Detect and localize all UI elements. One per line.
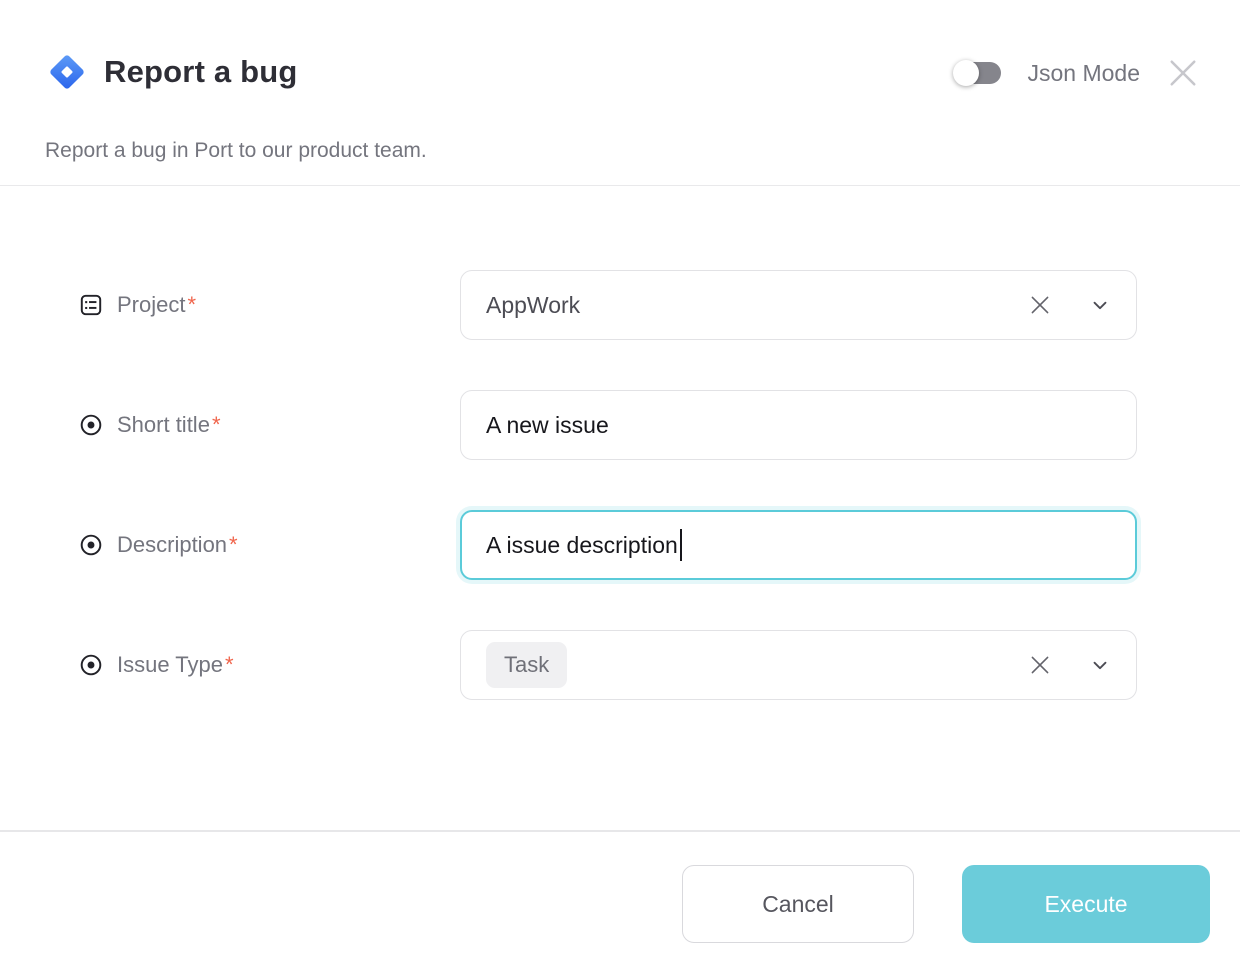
form-row-issue-type: Issue Type* Task <box>78 630 1137 700</box>
short-title-input[interactable] <box>486 391 1111 459</box>
circle-dot-icon <box>78 532 104 558</box>
project-select-value: AppWork <box>486 292 580 319</box>
execute-button[interactable]: Execute <box>962 865 1210 943</box>
project-select-controls <box>1027 292 1111 318</box>
short-title-field[interactable] <box>460 390 1137 460</box>
close-button[interactable] <box>1164 54 1202 92</box>
short-title-label-group: Short title* <box>78 412 460 438</box>
selected-option-chip[interactable]: Task <box>486 642 567 688</box>
text-cursor <box>680 529 682 561</box>
short-title-label: Short title* <box>117 412 221 438</box>
modal-subtitle: Report a bug in Port to our product team… <box>45 139 427 163</box>
json-mode-label: Json Mode <box>1027 60 1140 87</box>
required-asterisk: * <box>229 532 238 557</box>
clear-icon[interactable] <box>1027 652 1053 678</box>
project-label-group: Project* <box>78 292 460 318</box>
project-label: Project* <box>117 292 196 318</box>
issue-type-select-controls <box>1027 652 1111 678</box>
modal-title: Report a bug <box>104 54 298 90</box>
issue-type-label-group: Issue Type* <box>78 652 460 678</box>
jira-icon <box>45 50 89 94</box>
issue-type-select[interactable]: Task <box>460 630 1137 700</box>
header-controls: Json Mode <box>955 54 1202 92</box>
form-row-short-title: Short title* <box>78 390 1137 460</box>
chevron-down-icon[interactable] <box>1089 654 1111 676</box>
circle-dot-icon <box>78 412 104 438</box>
issue-type-label: Issue Type* <box>117 652 234 678</box>
form-row-project: Project* AppWork <box>78 270 1137 340</box>
description-label: Description* <box>117 532 238 558</box>
toggle-knob[interactable] <box>953 60 979 86</box>
required-asterisk: * <box>187 292 196 317</box>
form-row-description: Description* A issue description <box>78 510 1137 580</box>
cancel-button[interactable]: Cancel <box>682 865 914 943</box>
required-asterisk: * <box>225 652 234 677</box>
chevron-down-icon[interactable] <box>1089 294 1111 316</box>
modal-title-group: Report a bug <box>45 50 298 94</box>
list-icon <box>78 292 104 318</box>
description-input-value: A issue description <box>486 532 678 559</box>
json-mode-toggle[interactable] <box>955 62 1001 84</box>
clear-icon[interactable] <box>1027 292 1053 318</box>
description-label-group: Description* <box>78 532 460 558</box>
form-body: Project* AppWork <box>0 186 1240 830</box>
report-bug-modal: Report a bug Json Mode Report a bug in P… <box>0 0 1240 976</box>
modal-header: Report a bug Json Mode Report a bug in P… <box>0 0 1240 186</box>
required-asterisk: * <box>212 412 221 437</box>
close-icon <box>1165 55 1201 91</box>
circle-dot-icon <box>78 652 104 678</box>
modal-footer: Cancel Execute <box>0 830 1240 976</box>
description-field[interactable]: A issue description <box>460 510 1137 580</box>
project-select[interactable]: AppWork <box>460 270 1137 340</box>
